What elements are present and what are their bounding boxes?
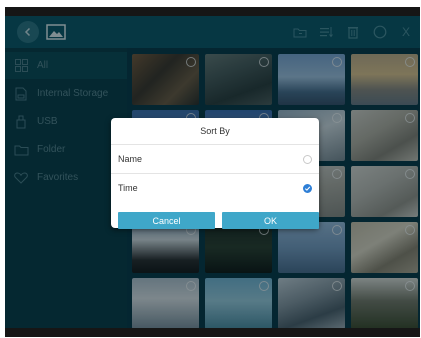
sort-option-name[interactable]: Name: [111, 145, 319, 174]
dialog-title: Sort By: [111, 118, 319, 145]
sort-option-label: Time: [118, 183, 138, 193]
gallery-app-screen: X All Internal Storage USB Folder Favori…: [5, 7, 420, 337]
radio-checked-icon[interactable]: [303, 183, 312, 193]
sort-by-dialog: Sort By Name Time Cancel OK: [111, 118, 319, 229]
cancel-button[interactable]: Cancel: [118, 212, 215, 229]
sort-option-time[interactable]: Time: [111, 174, 319, 202]
radio-unchecked-icon[interactable]: [303, 154, 312, 164]
ok-button[interactable]: OK: [222, 212, 319, 229]
top-bezel: [5, 7, 420, 16]
sort-option-label: Name: [118, 154, 143, 164]
bottom-bezel: [5, 328, 420, 337]
